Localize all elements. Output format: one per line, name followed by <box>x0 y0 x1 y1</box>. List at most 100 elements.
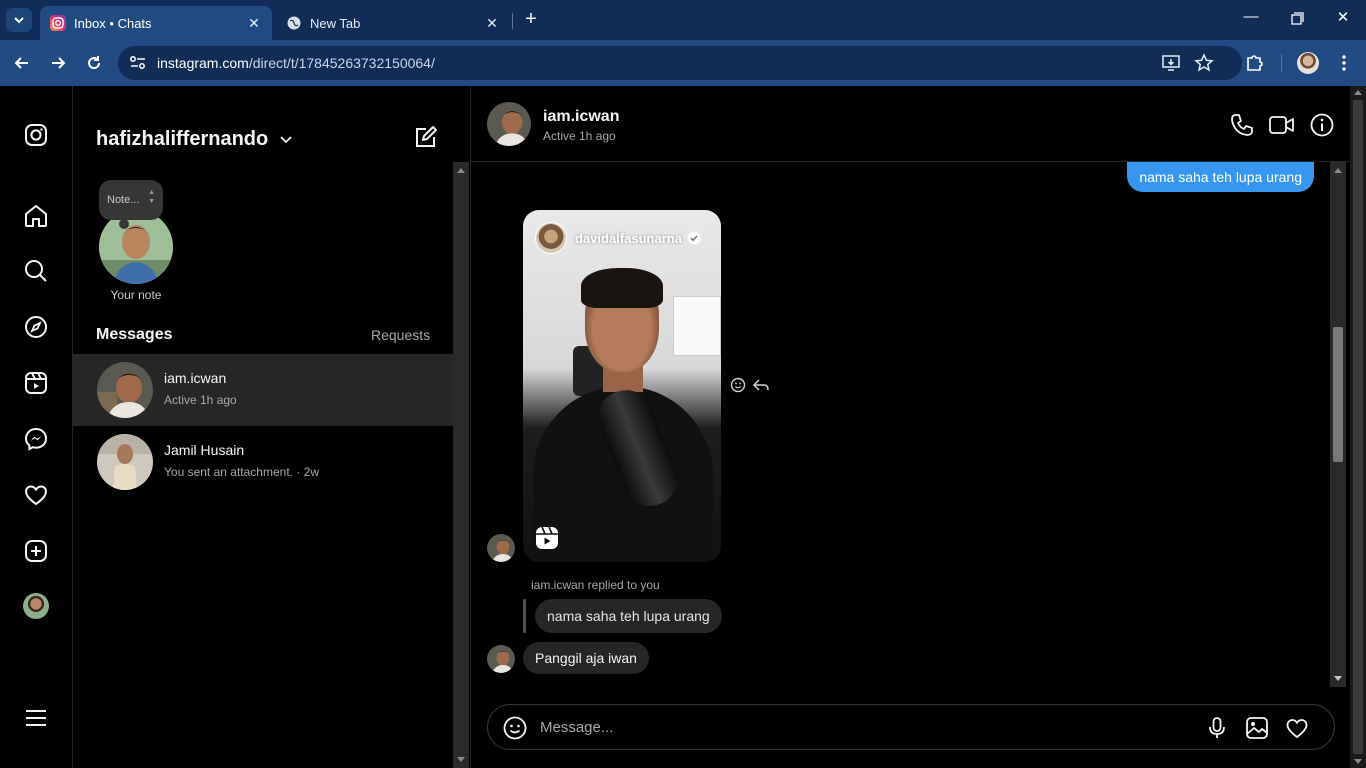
restore-button[interactable] <box>1282 8 1312 32</box>
shared-reel[interactable]: davidalfasunarna <box>523 210 721 562</box>
note-placeholder: Note... <box>107 194 140 206</box>
arrow-right-icon <box>52 57 66 69</box>
reels-icon[interactable] <box>22 369 50 397</box>
chat-header-avatar[interactable] <box>487 102 531 146</box>
emoji-icon[interactable] <box>502 715 528 741</box>
outgoing-message[interactable]: nama saha teh lupa urang <box>1127 162 1314 192</box>
url-text: instagram.com/direct/t/17845263732150064… <box>157 55 435 71</box>
incoming-message[interactable]: Panggil aja iwan <box>523 642 649 674</box>
reply-indicator-bar <box>523 599 526 633</box>
tab-new-tab[interactable]: New Tab ✕ <box>276 6 510 40</box>
chat-contact-status: Active 1h ago <box>543 129 616 143</box>
reply-context-label: iam.icwan replied to you <box>531 578 660 592</box>
browser-profile-avatar[interactable] <box>1297 52 1319 74</box>
scroll-up-arrow-icon[interactable] <box>1354 90 1362 95</box>
chat-contact-name[interactable]: iam.icwan <box>543 108 619 126</box>
toolbar-separator <box>1281 54 1282 72</box>
conversation-subtitle: You sent an attachment. · 2w <box>164 465 319 479</box>
browser-tab-bar: Inbox • Chats ✕ New Tab ✕ + — ✕ <box>0 0 1366 40</box>
hamburger-menu-icon[interactable] <box>22 704 50 732</box>
inbox-panel: hafizhaliffernando Note... ▲ ▼ Your note … <box>73 86 453 768</box>
tab-close-icon[interactable]: ✕ <box>482 15 502 32</box>
chevron-down-icon <box>14 17 24 24</box>
sender-avatar[interactable] <box>487 534 515 562</box>
close-window-button[interactable]: ✕ <box>1328 8 1358 32</box>
explore-compass-icon[interactable] <box>22 313 50 341</box>
browser-toolbar: instagram.com/direct/t/17845263732150064… <box>0 40 1366 86</box>
scroll-down-arrow-icon[interactable] <box>1354 759 1362 764</box>
home-icon[interactable] <box>22 202 50 230</box>
tab-title: New Tab <box>310 15 361 31</box>
create-plus-icon[interactable] <box>22 537 50 565</box>
your-note-label: Your note <box>110 288 162 302</box>
reel-owner-name: davidalfasunarna <box>575 231 682 246</box>
compose-icon <box>416 126 437 147</box>
chat-header: iam.icwan Active 1h ago <box>471 86 1351 162</box>
message-actions <box>729 376 773 394</box>
minimize-button[interactable]: — <box>1236 8 1266 32</box>
image-gallery-icon[interactable] <box>1244 715 1270 741</box>
reload-button[interactable] <box>81 50 107 76</box>
chevron-down-icon[interactable] <box>278 131 294 147</box>
phone-call-icon[interactable] <box>1229 112 1255 138</box>
reel-owner-avatar <box>535 222 567 254</box>
address-bar[interactable]: instagram.com/direct/t/17845263732150064… <box>118 46 1242 80</box>
conversation-item[interactable]: Jamil Husain You sent an attachment. · 2… <box>73 426 453 498</box>
video-call-icon[interactable] <box>1268 112 1294 138</box>
arrow-left-icon <box>14 57 28 69</box>
instagram-app: hafizhaliffernando Note... ▲ ▼ Your note … <box>0 86 1366 768</box>
conversation-name: iam.icwan <box>164 370 227 386</box>
page-scrollbar-thumb[interactable] <box>1353 100 1363 754</box>
message-composer[interactable]: Message... <box>487 704 1335 750</box>
scroll-up-arrow-icon[interactable] <box>1334 168 1342 173</box>
reels-icon <box>535 526 559 550</box>
left-navigation <box>0 86 73 768</box>
conversation-subtitle: Active 1h ago <box>164 393 237 407</box>
inbox-scrollbar[interactable] <box>453 162 469 768</box>
page-scrollbar[interactable] <box>1350 86 1366 768</box>
profile-avatar[interactable] <box>23 593 49 619</box>
chat-scrollbar-thumb[interactable] <box>1333 327 1343 462</box>
heart-like-icon[interactable] <box>1284 715 1310 741</box>
note-bubble-tail <box>119 219 129 229</box>
tab-search-button[interactable] <box>6 8 32 32</box>
install-app-icon[interactable] <box>1161 53 1183 73</box>
scroll-down-arrow-icon[interactable] <box>457 757 465 762</box>
reload-icon <box>88 56 101 70</box>
tab-title: Inbox • Chats <box>74 15 152 31</box>
heart-notifications-icon[interactable] <box>22 481 50 509</box>
tab-separator <box>512 13 513 29</box>
message-input[interactable]: Message... <box>540 719 613 736</box>
tab-inbox-chats[interactable]: Inbox • Chats ✕ <box>40 6 272 40</box>
instagram-logo-icon[interactable] <box>22 121 50 149</box>
quoted-message[interactable]: nama saha teh lupa urang <box>535 599 722 633</box>
messenger-icon[interactable] <box>22 425 50 453</box>
tab-close-icon[interactable]: ✕ <box>244 15 264 32</box>
new-tab-button[interactable]: + <box>520 9 542 31</box>
requests-link[interactable]: Requests <box>371 327 430 343</box>
scroll-down-arrow-icon[interactable] <box>1334 676 1342 681</box>
forward-button[interactable] <box>45 50 71 76</box>
extensions-icon[interactable] <box>1243 51 1267 75</box>
info-icon[interactable] <box>1309 112 1335 138</box>
messages-heading: Messages <box>96 326 173 343</box>
browser-menu-icon[interactable] <box>1332 51 1356 75</box>
verified-badge-icon <box>687 231 701 245</box>
new-message-button[interactable] <box>413 124 439 150</box>
sender-avatar[interactable] <box>487 645 515 673</box>
back-button[interactable] <box>9 50 35 76</box>
instagram-favicon-icon <box>50 15 66 31</box>
conversation-avatar <box>97 434 153 490</box>
chat-scrollbar[interactable] <box>1330 162 1346 687</box>
microphone-icon[interactable] <box>1204 715 1230 741</box>
your-note-avatar[interactable] <box>99 210 173 284</box>
search-icon[interactable] <box>22 257 50 285</box>
bookmark-star-icon[interactable] <box>1194 53 1216 73</box>
note-bubble[interactable]: Note... ▲ ▼ <box>99 180 163 229</box>
react-emoji-icon <box>730 377 746 393</box>
conversation-item[interactable]: iam.icwan Active 1h ago <box>73 354 453 426</box>
account-username[interactable]: hafizhaliffernando <box>96 128 268 151</box>
site-settings-icon[interactable] <box>128 54 148 72</box>
globe-icon <box>286 15 302 31</box>
scroll-up-arrow-icon[interactable] <box>457 168 465 173</box>
